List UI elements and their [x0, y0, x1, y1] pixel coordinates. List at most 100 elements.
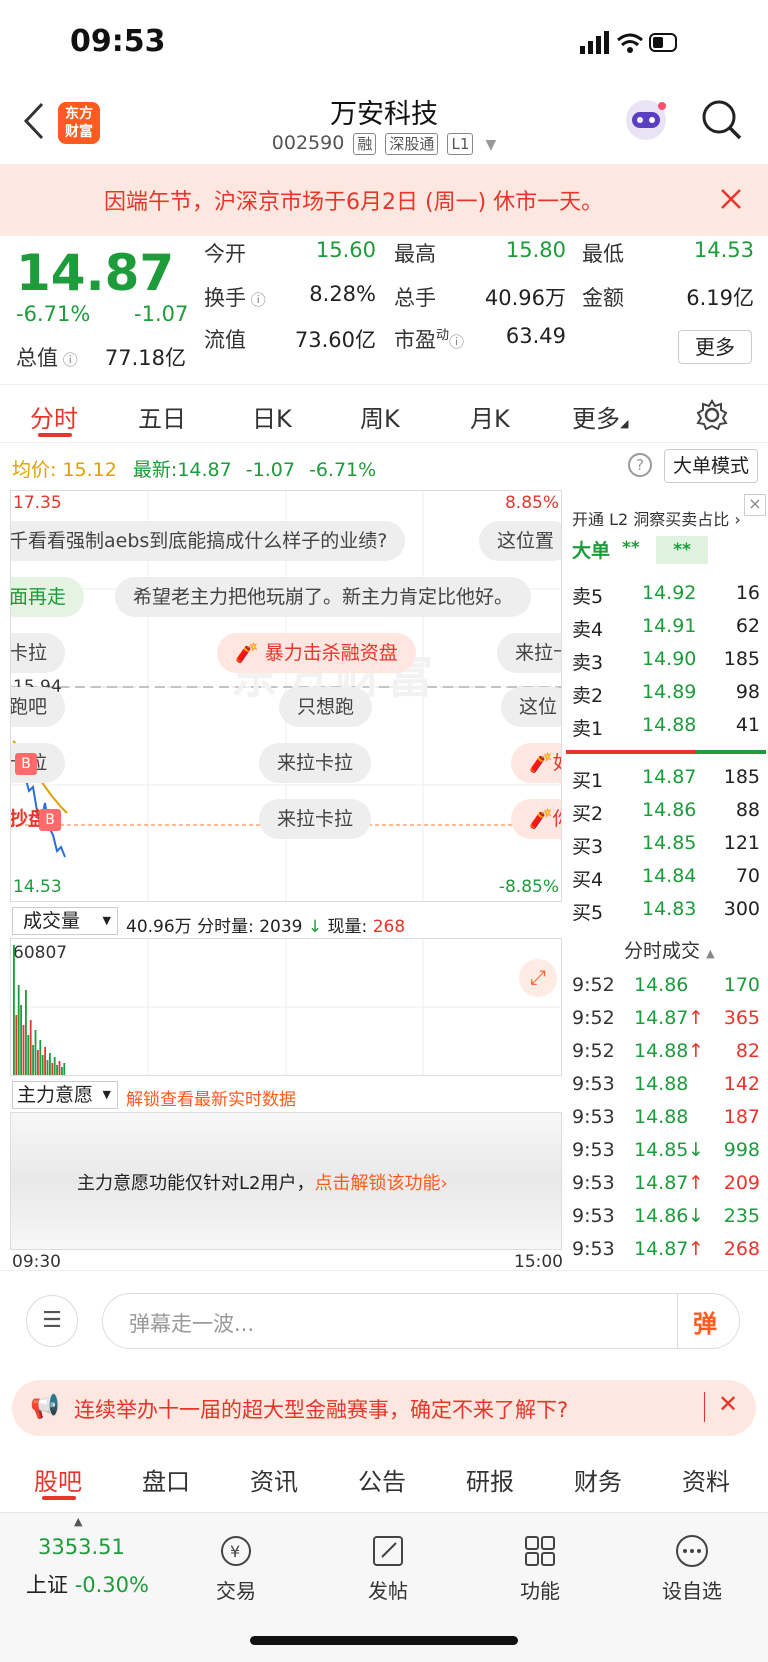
open-value: 15.60 [315, 238, 376, 262]
danmu-item[interactable]: 这位 [501, 687, 561, 727]
volume-bar [44, 1047, 46, 1075]
danmu-item[interactable]: 面再走 [11, 577, 85, 617]
info-icon[interactable]: ⓘ [58, 351, 78, 369]
firecracker-icon: 🧨 [529, 752, 553, 774]
danmu-item[interactable]: 卡拉 [11, 633, 66, 673]
danmu-item[interactable]: 只想跑 [279, 687, 373, 727]
buy-marker-icon[interactable]: B [39, 809, 61, 831]
danmu-item[interactable]: 千看看强制aebs到底能搞成什么样子的业绩? [11, 521, 406, 561]
firecracker-icon: 🧨 [235, 642, 259, 664]
nav-functions[interactable]: 功能 [490, 1533, 590, 1604]
tab-orderbook[interactable]: 盘口 [142, 1462, 190, 1497]
danmu-item[interactable]: 这位置 [479, 521, 561, 561]
tab-finance[interactable]: 财务 [574, 1462, 622, 1497]
bid-row-3[interactable]: 买3 14.85 121 [572, 828, 762, 861]
quote-panel: 14.87 -6.71% -1.07 总值 ⓘ 77.18亿 今开 15.60 … [0, 236, 768, 382]
low-label: 最低 [582, 242, 624, 266]
bid-row-2[interactable]: 买2 14.86 88 [572, 795, 762, 828]
ask-row-3[interactable]: 卖3 14.90 185 [572, 644, 762, 677]
pe-value: 63.49 [505, 324, 566, 348]
danmu-item[interactable]: 🧨 暴力击杀融资盘 [217, 633, 416, 673]
trade-row: 9:52 14.86 170 [572, 974, 760, 996]
trade-icon: ¥ [221, 1536, 251, 1566]
nav-post[interactable]: 发帖 [338, 1533, 438, 1604]
main-will-header: 主力意愿 ▼ 解锁查看最新实时数据 [10, 1078, 562, 1112]
bid-row-1[interactable]: 买1 14.87 185 [572, 762, 762, 795]
stock-header: 万安科技 002590 融 深股通 L1 ▼ [0, 86, 768, 164]
volume-bar [53, 1057, 56, 1075]
help-icon[interactable]: ? [628, 453, 652, 477]
danmu-item[interactable]: 希望老主力把他玩崩了。新主力肯定比他好。 [115, 577, 532, 617]
tab-more[interactable]: 更多◢ [572, 399, 628, 434]
tab-research[interactable]: 研报 [466, 1462, 514, 1497]
tab-monthly-k[interactable]: 月K [470, 399, 510, 434]
volume-bar [20, 1005, 22, 1075]
chart-tabs: 分时 五日 日K 周K 月K 更多◢ [0, 384, 768, 442]
settings-gear-icon[interactable] [696, 399, 728, 431]
buy-marker-icon[interactable]: B [15, 753, 37, 775]
info-tabs: 股吧 盘口 资讯 公告 研报 财务 资料 [0, 1446, 768, 1510]
robot-assistant-icon[interactable] [622, 96, 670, 144]
danmu-list-icon[interactable]: ☰ [26, 1295, 78, 1347]
big-order-value: ** [622, 538, 640, 558]
danmu-item[interactable]: 跑吧 [11, 687, 66, 727]
main-will-selector[interactable]: 主力意愿 ▼ [12, 1081, 118, 1109]
volume-chart[interactable]: 60807 ⤢ [10, 938, 562, 1076]
tab-intraday[interactable]: 分时 [30, 399, 78, 434]
price-summary: 均价: 15.12 最新:14.87 -1.07 -6.71% [12, 459, 377, 481]
danmu-item[interactable]: 来拉卡拉 [259, 743, 372, 783]
stock-code: 002590 [271, 132, 345, 154]
close-icon[interactable]: ✕ [718, 1390, 738, 1418]
danmu-input[interactable]: 弹幕走一波... 弹 [102, 1293, 740, 1349]
nav-trade[interactable]: ¥ 交易 [186, 1533, 286, 1604]
volume-bars [11, 939, 561, 1075]
ask-row-2[interactable]: 卖2 14.89 98 [572, 677, 762, 710]
unlock-link[interactable]: 解锁查看最新实时数据 [126, 1085, 296, 1110]
ask-ratio-bar [566, 750, 696, 754]
danmu-item[interactable]: 🧨如 [511, 743, 561, 783]
volume-bar [49, 1053, 51, 1075]
search-icon[interactable] [700, 98, 744, 142]
status-icons [580, 31, 677, 54]
danmu-item[interactable]: 🧨你 [511, 799, 561, 839]
info-icon[interactable]: ⓘ [246, 291, 266, 309]
tab-daily-k[interactable]: 日K [252, 399, 292, 434]
trade-row: 9:53 14.87 ↑ 268 [572, 1238, 760, 1260]
status-time: 09:53 [70, 24, 166, 59]
bid-row-5[interactable]: 买5 14.83 300 [572, 894, 762, 927]
l2-promo-link[interactable]: 开通 L2 洞察买卖占比 › [572, 506, 741, 530]
ad-banner[interactable]: 📢 连续举办十一届的超大型金融赛事，确定不来了解下? ✕ [12, 1380, 756, 1436]
more-button[interactable]: 更多 [678, 330, 752, 364]
ask-row-1[interactable]: 卖1 14.88 41 [572, 710, 762, 743]
unlock-feature-link[interactable]: 点击解锁该功能 [314, 1173, 440, 1194]
expand-icon[interactable]: ⤢ [519, 959, 557, 997]
big-order-mode-button[interactable]: 大单模式 [664, 449, 758, 483]
active-tab-indicator [38, 433, 72, 437]
intraday-chart[interactable]: 东方财富 17.35 8.85% 15.94 14.53 -8.85% 千看看强… [10, 490, 562, 902]
trade-row: 9:53 14.88 187 [572, 1106, 760, 1128]
change-amount: -1.07 [134, 302, 189, 326]
volume-header: 成交量 ▼ 40.96万 分时量: 2039 ↓ 现量: 268 [10, 904, 562, 938]
ask-row-5[interactable]: 卖5 14.92 16 [572, 578, 762, 611]
close-icon[interactable]: × [744, 494, 766, 516]
nav-add-watchlist[interactable]: 设自选 [642, 1533, 742, 1604]
tab-five-day[interactable]: 五日 [138, 399, 186, 434]
volume-selector[interactable]: 成交量 ▼ [12, 907, 118, 935]
float-value: 73.60亿 [294, 328, 376, 352]
danmu-send-button[interactable]: 弹 [693, 1304, 717, 1339]
close-icon[interactable] [720, 188, 742, 210]
trades-title[interactable]: 分时成交 ▲ [624, 936, 715, 963]
index-info[interactable]: 上证 -0.30% [26, 1569, 149, 1599]
tab-profile[interactable]: 资料 [682, 1462, 730, 1497]
tab-weekly-k[interactable]: 周K [360, 399, 400, 434]
tab-forum[interactable]: 股吧 [34, 1462, 82, 1497]
index-value[interactable]: 3353.51 [38, 1535, 125, 1559]
ask-row-4[interactable]: 卖4 14.91 62 [572, 611, 762, 644]
danmu-item[interactable]: 来拉卡 [497, 633, 561, 673]
caret-up-icon: ▲ [74, 1515, 83, 1528]
tab-news[interactable]: 资讯 [250, 1462, 298, 1497]
price-info-bar: 均价: 15.12 最新:14.87 -1.07 -6.71% ? 大单模式 [0, 442, 768, 490]
danmu-item[interactable]: 来拉卡拉 [259, 799, 372, 839]
bid-row-4[interactable]: 买4 14.84 70 [572, 861, 762, 894]
tab-announcements[interactable]: 公告 [358, 1462, 406, 1497]
